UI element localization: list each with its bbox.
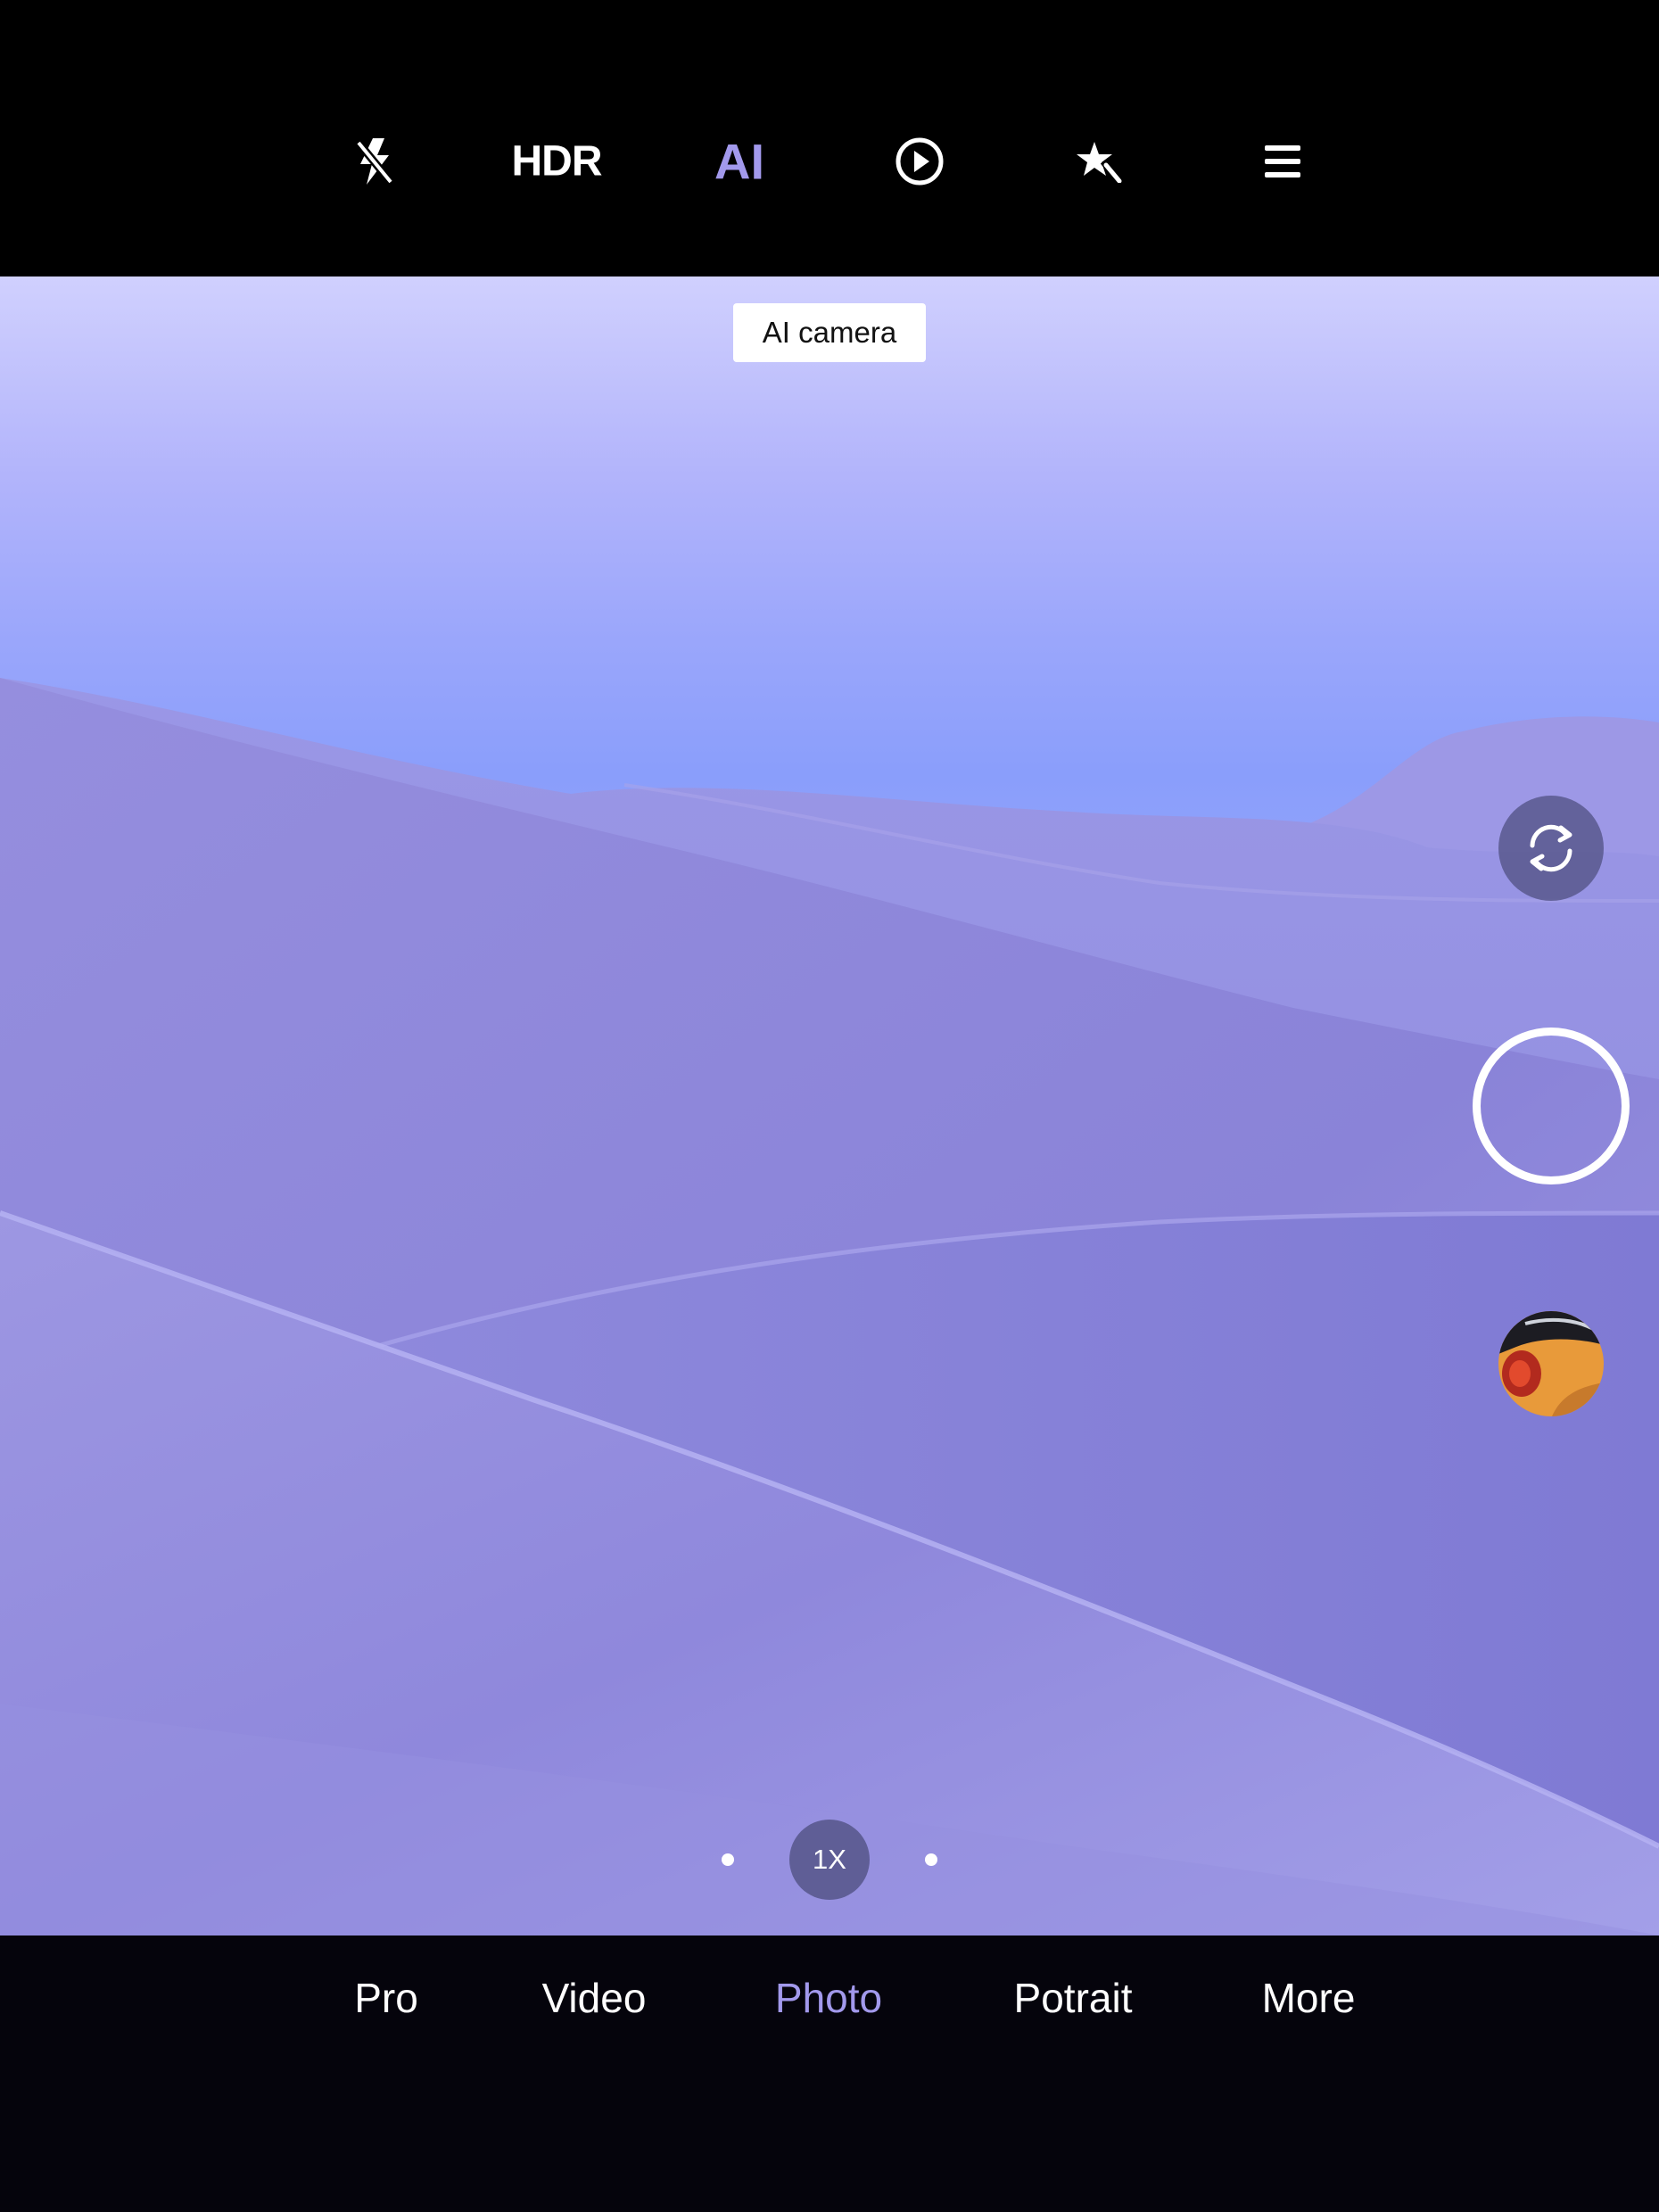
zoom-button[interactable]: 1X: [789, 1820, 870, 1900]
live-photo-button[interactable]: [895, 136, 945, 186]
mode-photo[interactable]: Photo: [775, 1974, 882, 2022]
menu-icon: [1265, 145, 1300, 177]
mode-selector: Pro Video Photo Potrait More: [0, 1936, 1659, 2212]
mode-video[interactable]: Video: [542, 1974, 647, 2022]
mode-portrait[interactable]: Potrait: [1014, 1974, 1133, 2022]
switch-camera-icon: [1530, 824, 1572, 872]
magic-button[interactable]: [1077, 140, 1123, 183]
menu-button[interactable]: [1263, 144, 1302, 179]
mode-pro[interactable]: Pro: [354, 1974, 418, 2022]
ai-label: AI: [714, 133, 764, 190]
hdr-button[interactable]: HDR: [511, 137, 603, 186]
camera-viewfinder[interactable]: AI camera 1X: [0, 276, 1659, 1936]
switch-camera-button[interactable]: [1498, 796, 1604, 901]
zoom-level-dot[interactable]: [722, 1853, 734, 1866]
live-photo-icon: [896, 137, 944, 186]
flash-off-button[interactable]: [355, 136, 394, 187]
top-toolbar: HDR AI: [0, 0, 1659, 276]
mode-more[interactable]: More: [1262, 1974, 1356, 2022]
ai-button[interactable]: AI: [714, 133, 764, 191]
hdr-label: HDR: [511, 137, 603, 186]
zoom-level-dot[interactable]: [925, 1853, 937, 1866]
flash-off-icon: [355, 138, 394, 185]
gallery-thumbnail[interactable]: [1498, 1311, 1604, 1416]
ai-camera-tooltip: AI camera: [733, 303, 926, 362]
gallery-thumbnail-image: [1498, 1311, 1604, 1416]
magic-star-icon: [1077, 142, 1122, 183]
shutter-button[interactable]: [1473, 1028, 1630, 1184]
dune-landscape-image: [0, 678, 1659, 1936]
